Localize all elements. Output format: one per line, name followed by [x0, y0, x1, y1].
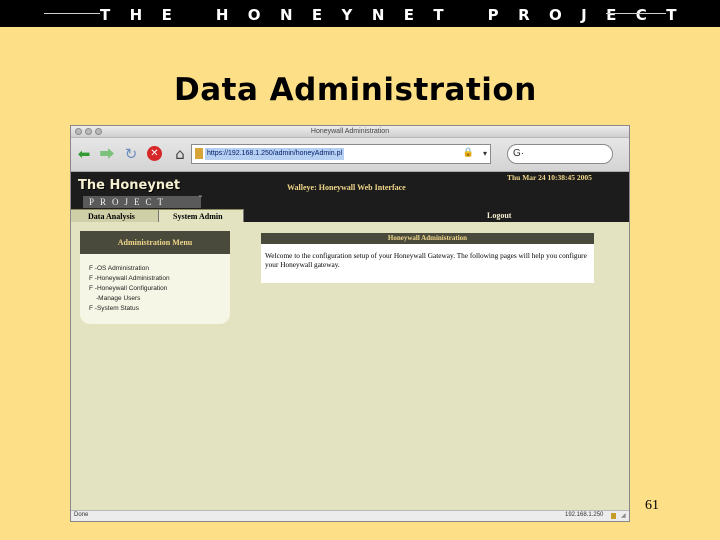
browser-toolbar: ⬅ ⮕ ↻ ✕ ⌂ https://192.168.1.250/admin/ho… [71, 138, 629, 172]
status-lock-icon [611, 513, 616, 519]
slide-header-text: THE HONEYNET PROJECT [100, 6, 696, 24]
search-engine-label: G· [513, 148, 525, 159]
menu-item-honeywall-config[interactable]: F -Honeywall Configuration [89, 285, 167, 292]
header-rule-right [606, 13, 666, 14]
web-page: The Honeynet PROJECT ™ Walleye: Honeywal… [71, 172, 629, 512]
welcome-panel: Honeywall Administration Welcome to the … [261, 233, 594, 283]
status-host: 192.168.1.250 [565, 512, 604, 518]
menu-item-honeywall-admin[interactable]: F -Honeywall Administration [89, 275, 170, 282]
tab-system-admin[interactable]: System Admin [158, 209, 244, 222]
window-titlebar: Honeywall Administration [71, 126, 629, 138]
menu-item-os-admin[interactable]: F -OS Administration [89, 265, 149, 272]
honeynet-logo-project: PROJECT [83, 196, 201, 208]
back-arrow-icon[interactable]: ⬅ [73, 144, 95, 164]
welcome-text: Welcome to the configuration setup of yo… [265, 251, 587, 269]
trademark-mark: ™ [198, 195, 203, 201]
header-rule-left [44, 13, 100, 14]
menu-item-manage-users[interactable]: -Manage Users [96, 295, 140, 302]
lock-icon [195, 148, 203, 159]
browser-status-bar: Done 192.168.1.250 ◢ [71, 510, 629, 521]
admin-menu-title: Administration Menu [80, 231, 230, 254]
resize-grip-icon[interactable]: ◢ [621, 512, 626, 519]
address-bar[interactable]: https://192.168.1.250/admin/honeyAdmin.p… [191, 144, 491, 164]
app-title: Walleye: Honeywall Web Interface [287, 183, 406, 192]
datetime: Thu Mar 24 10:38:45 2005 [507, 173, 592, 182]
tab-data-analysis[interactable]: Data Analysis [71, 209, 158, 222]
menu-item-system-status[interactable]: F -System Status [89, 305, 139, 312]
forward-arrow-icon[interactable]: ⮕ [97, 144, 117, 164]
walleye-header: The Honeynet PROJECT ™ Walleye: Honeywal… [71, 172, 629, 222]
padlock-icon[interactable]: 🔒 [463, 148, 474, 158]
panel-title: Honeywall Administration [261, 233, 594, 244]
nav-bar: Data Analysis System Admin Logout [71, 209, 629, 222]
stop-icon[interactable]: ✕ [147, 146, 162, 161]
slide-header-bar: THE HONEYNET PROJECT [0, 0, 720, 27]
logout-link[interactable]: Logout [487, 209, 547, 222]
honeynet-logo-text: The Honeynet [78, 178, 181, 193]
address-text[interactable]: https://192.168.1.250/admin/honeyAdmin.p… [205, 148, 345, 160]
search-field[interactable]: G· [507, 144, 613, 164]
home-icon[interactable]: ⌂ [171, 144, 189, 164]
slide-title: Data Administration [174, 72, 537, 108]
reload-icon[interactable]: ↻ [121, 144, 141, 164]
browser-window: Honeywall Administration ⬅ ⮕ ↻ ✕ ⌂ https… [70, 125, 630, 522]
admin-menu: Administration Menu F -OS Administration… [80, 231, 230, 324]
url-dropdown-icon[interactable]: ▾ [483, 149, 487, 158]
status-text: Done [74, 512, 89, 518]
window-title: Honeywall Administration [310, 128, 390, 135]
page-number: 61 [645, 498, 659, 513]
